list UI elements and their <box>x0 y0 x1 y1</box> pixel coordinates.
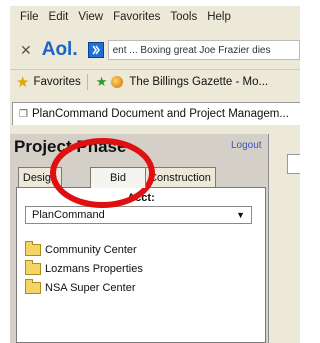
list-item[interactable]: Lozmans Properties <box>25 259 255 278</box>
logout-link[interactable]: Logout <box>231 140 262 151</box>
chevron-down-icon[interactable]: ▼ <box>236 210 245 220</box>
tab-bid[interactable]: Bid <box>90 167 146 188</box>
folder-label: Lozmans Properties <box>45 262 143 275</box>
menu-edit[interactable]: Edit <box>49 11 69 23</box>
play-icon[interactable] <box>87 42 104 58</box>
folder-icon <box>25 240 41 256</box>
browser-tab-row: ❐ PlanCommand Document and Project Manag… <box>10 100 300 126</box>
tab-design[interactable]: Design <box>18 167 62 188</box>
project-phase-panel: Project Phase Logout Design Bid Construc… <box>10 134 269 343</box>
aol-toolbar: ✕ Aol. ent ... Boxing great Joe Frazier … <box>10 36 300 64</box>
folder-label: NSA Super Center <box>45 281 136 294</box>
menu-bar: File Edit View Favorites Tools Help <box>10 6 300 28</box>
main-content-area <box>269 134 300 343</box>
tab-content: Acct: PlanCommand ▼ Community Center Loz… <box>16 187 266 343</box>
browser-tab[interactable]: ❐ PlanCommand Document and Project Manag… <box>12 102 300 125</box>
star-icon[interactable]: ★ <box>16 73 29 91</box>
menu-favorites[interactable]: Favorites <box>113 11 160 23</box>
account-select-value: PlanCommand <box>32 209 105 221</box>
menu-file[interactable]: File <box>20 11 39 23</box>
favorites-button[interactable]: Favorites <box>33 76 80 88</box>
menu-tools[interactable]: Tools <box>170 11 197 23</box>
menu-view[interactable]: View <box>78 11 103 23</box>
favorites-bar: ★ Favorites ★ The Billings Gazette - Mo.… <box>10 69 300 94</box>
toolbar-divider <box>86 74 88 90</box>
menu-help[interactable]: Help <box>207 11 231 23</box>
site-favicon-icon <box>111 76 124 88</box>
project-folder-list: Community Center Lozmans Properties NSA … <box>25 240 255 297</box>
folder-icon <box>25 259 41 275</box>
add-favorite-icon[interactable]: ★ <box>96 74 108 90</box>
folder-label: Community Center <box>45 243 137 256</box>
aol-logo: Aol. <box>41 39 78 60</box>
browser-window: File Edit View Favorites Tools Help ✕ Ao… <box>10 6 300 343</box>
browser-tab-title: PlanCommand Document and Project Managem… <box>31 108 289 120</box>
account-label: Acct: <box>127 192 155 204</box>
favorite-link-billings-gazette[interactable]: The Billings Gazette - Mo... <box>129 76 268 88</box>
folder-icon <box>25 278 41 294</box>
account-select[interactable]: PlanCommand ▼ <box>25 206 252 224</box>
page-title: Project Phase <box>14 137 127 156</box>
close-icon[interactable]: ✕ <box>20 42 32 59</box>
list-item[interactable]: NSA Super Center <box>25 278 255 297</box>
news-ticker[interactable]: ent ... Boxing great Joe Frazier dies <box>107 40 300 60</box>
tab-construction[interactable]: Construction <box>144 167 216 188</box>
page-icon: ❐ <box>19 108 28 120</box>
list-item[interactable]: Community Center <box>25 240 255 259</box>
content-tab[interactable] <box>287 154 300 174</box>
